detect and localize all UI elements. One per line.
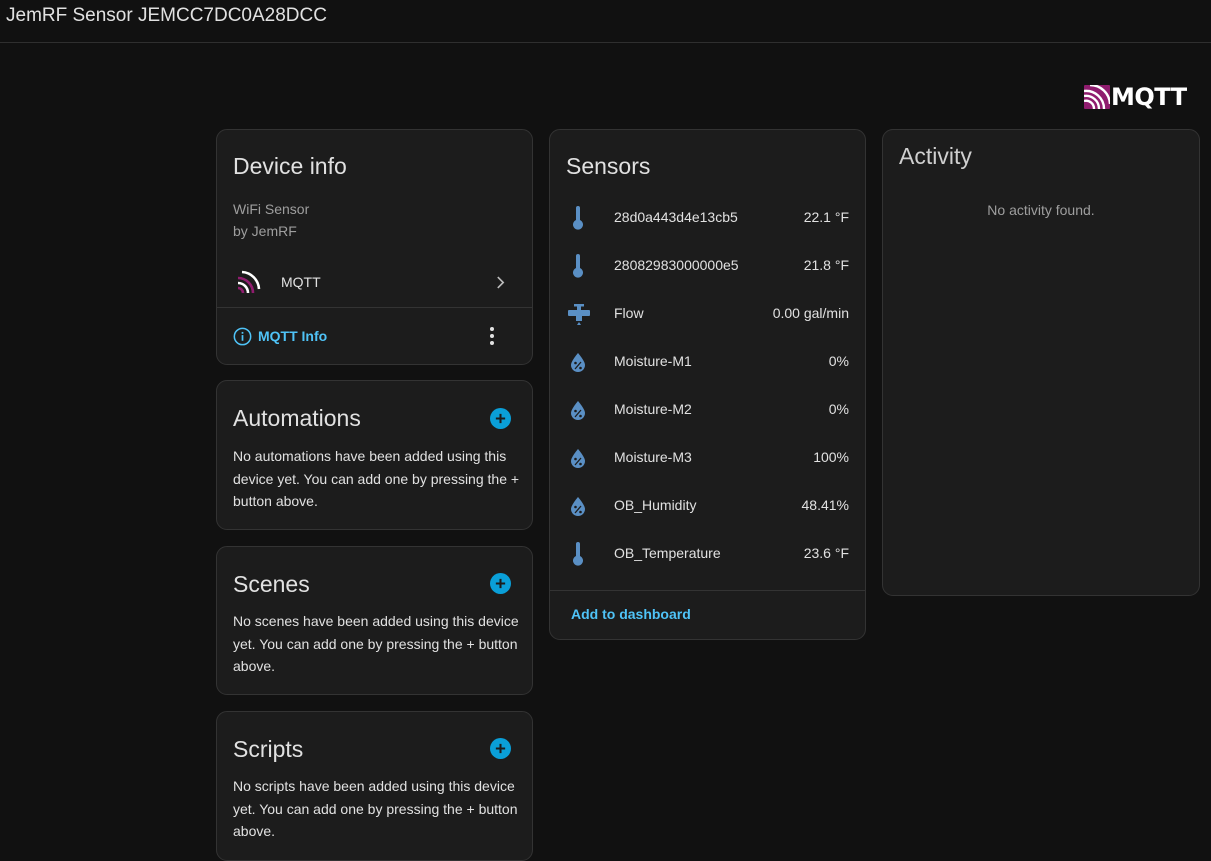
- mqtt-logo-text: MQTT: [1111, 83, 1187, 111]
- device-info-title: Device info: [233, 153, 347, 179]
- scripts-empty-text: No scripts have been added using this de…: [233, 778, 518, 839]
- sensor-name: Moisture-M3: [614, 449, 692, 465]
- mqtt-info-label: MQTT Info: [258, 328, 328, 344]
- add-automation-button[interactable]: [490, 408, 511, 429]
- more-options-icon[interactable]: [489, 326, 495, 346]
- thermometer-icon: [573, 542, 583, 566]
- water-percent-icon: [571, 353, 585, 372]
- sensor-value: 0.00 gal/min: [772, 305, 849, 321]
- sensor-row[interactable]: 28d0a443d4e13cb5 22.1 °F: [550, 194, 864, 242]
- sensors-divider: [550, 590, 865, 591]
- mqtt-info-button[interactable]: MQTT Info: [233, 325, 327, 347]
- sensor-value: 100%: [813, 449, 849, 465]
- chevron-right-icon: [497, 276, 505, 289]
- add-to-dashboard-button[interactable]: Add to dashboard: [571, 606, 691, 622]
- device-model: WiFi Sensor: [233, 201, 310, 217]
- sensors-title: Sensors: [566, 153, 651, 179]
- sensor-row[interactable]: OB_Humidity 48.41%: [550, 482, 864, 530]
- sensor-row[interactable]: Moisture-M2 0%: [550, 386, 864, 434]
- sensor-row[interactable]: Flow 0.00 gal/min: [550, 290, 864, 338]
- mqtt-logo-icon: [1084, 85, 1110, 109]
- activity-empty-text: No activity found.: [987, 202, 1095, 218]
- sensor-row[interactable]: 28082983000000e5 21.8 °F: [550, 242, 864, 290]
- activity-card: Activity No activity found.: [882, 129, 1200, 596]
- sensor-name: Moisture-M2: [614, 401, 692, 417]
- thermometer-icon: [573, 254, 583, 278]
- scenes-empty-text: No scenes have been added using this dev…: [233, 613, 519, 674]
- device-info-divider: [217, 307, 532, 308]
- water-percent-icon: [571, 401, 585, 420]
- sensor-value: 0%: [828, 401, 849, 417]
- scenes-card: Scenes No scenes have been added using t…: [216, 546, 533, 695]
- page-title: JemRF Sensor JEMCC7DC0A28DCC: [6, 5, 327, 26]
- activity-title: Activity: [899, 143, 972, 169]
- sensor-name: Flow: [614, 305, 644, 321]
- scenes-title: Scenes: [233, 571, 310, 597]
- automations-card: Automations No automations have been add…: [216, 380, 533, 530]
- sensors-card: Sensors 28d0a443d4e13cb5 22.1 °F 2808298…: [549, 129, 866, 640]
- sensor-value: 48.41%: [801, 497, 849, 513]
- top-bar: JemRF Sensor JEMCC7DC0A28DCC: [0, 0, 1211, 43]
- integration-label: MQTT: [281, 274, 321, 290]
- sensor-row[interactable]: Moisture-M3 100%: [550, 434, 864, 482]
- water-percent-icon: [571, 497, 585, 516]
- sensor-value: 0%: [828, 353, 849, 369]
- sensor-name: 28d0a443d4e13cb5: [614, 209, 738, 225]
- sensor-name: Moisture-M1: [614, 353, 692, 369]
- thermometer-icon: [573, 206, 583, 230]
- sensor-value: 23.6 °F: [803, 545, 849, 561]
- scripts-title: Scripts: [233, 736, 304, 762]
- sensor-name: OB_Temperature: [614, 545, 721, 561]
- add-script-button[interactable]: [490, 738, 511, 759]
- sensor-row[interactable]: Moisture-M1 0%: [550, 338, 864, 386]
- valve-icon: [568, 304, 590, 325]
- scripts-card: Scripts No scripts have been added using…: [216, 711, 533, 861]
- add-scene-button[interactable]: [490, 573, 511, 594]
- device-manufacturer: by JemRF: [233, 223, 297, 239]
- mqtt-logo: MQTT: [1084, 83, 1196, 111]
- automations-empty-text: No automations have been added using thi…: [233, 448, 520, 509]
- sensor-value: 21.8 °F: [803, 257, 849, 273]
- plus-icon: [495, 413, 506, 424]
- sensor-value: 22.1 °F: [803, 209, 849, 225]
- water-percent-icon: [571, 449, 585, 468]
- automations-title: Automations: [233, 405, 361, 431]
- integration-row-mqtt[interactable]: MQTT: [217, 258, 532, 306]
- info-icon: [233, 327, 252, 345]
- mqtt-integration-icon: [237, 270, 261, 294]
- sensor-name: 28082983000000e5: [614, 257, 739, 273]
- sensor-row[interactable]: OB_Temperature 23.6 °F: [550, 530, 864, 578]
- sensor-name: OB_Humidity: [614, 497, 697, 513]
- plus-icon: [495, 578, 506, 589]
- device-info-card: Device info WiFi Sensor by JemRF MQTT MQ…: [216, 129, 533, 365]
- plus-icon: [495, 743, 506, 754]
